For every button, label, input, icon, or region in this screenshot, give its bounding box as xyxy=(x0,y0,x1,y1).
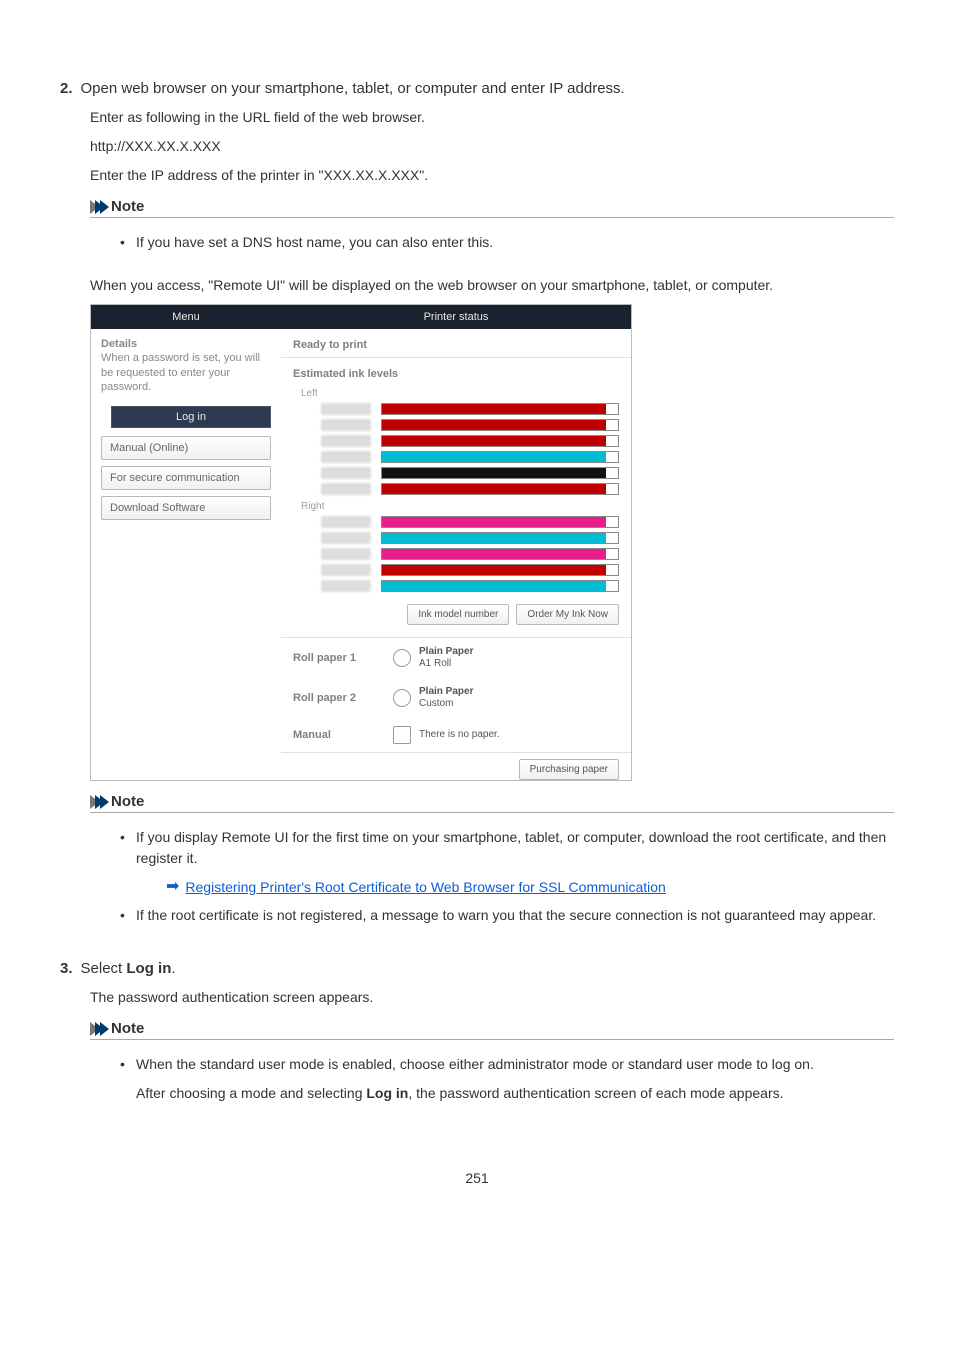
note2-bullet2: If the root certificate is not registere… xyxy=(120,905,894,926)
ss-ink-model-button[interactable]: Ink model number xyxy=(407,604,509,625)
ink-row xyxy=(281,465,631,481)
ink-row xyxy=(281,417,631,433)
ss-manual-online-button[interactable]: Manual (Online) xyxy=(101,436,271,460)
ss-details: Details When a password is set, you will… xyxy=(91,329,281,404)
ss-roll2-size: Custom xyxy=(419,698,453,709)
ink-row xyxy=(281,514,631,530)
note1-banner: Note xyxy=(90,194,894,218)
ink-row xyxy=(281,481,631,497)
ss-right-label: Right xyxy=(281,497,631,514)
ink-row xyxy=(281,578,631,594)
step2-p4: When you access, "Remote UI" will be dis… xyxy=(90,275,894,296)
step2-p1: Enter as following in the URL field of t… xyxy=(90,107,894,128)
note3-banner: Note xyxy=(90,1016,894,1040)
ss-status-header: Printer status xyxy=(281,305,631,329)
ss-roll1-row: Roll paper 1 Plain Paper A1 Roll xyxy=(281,638,631,678)
ss-ink-title: Estimated ink levels xyxy=(281,358,631,384)
note3-bullet: When the standard user mode is enabled, … xyxy=(120,1054,894,1104)
ink-row xyxy=(281,546,631,562)
ss-manual-row: Manual There is no paper. xyxy=(281,718,631,752)
ss-purchase-paper-button[interactable]: Purchasing paper xyxy=(519,759,619,780)
ss-order-ink-button[interactable]: Order My Ink Now xyxy=(516,604,619,625)
note1-label: Note xyxy=(111,198,144,215)
sheet-icon xyxy=(393,726,411,744)
ss-details-title: Details xyxy=(101,338,137,350)
register-root-cert-link[interactable]: Registering Printer's Root Certificate t… xyxy=(185,877,665,898)
step3-title: Select Log in. xyxy=(81,960,176,977)
chevron-icon xyxy=(90,200,105,214)
roll-icon xyxy=(393,689,411,707)
ss-details-text: When a password is set, you will be requ… xyxy=(101,352,260,393)
step3-p1: The password authentication screen appea… xyxy=(90,987,894,1008)
ss-roll1-label: Roll paper 1 xyxy=(293,652,393,664)
ss-roll1-size: A1 Roll xyxy=(419,658,451,669)
ink-row xyxy=(281,433,631,449)
ss-download-software-button[interactable]: Download Software xyxy=(101,496,271,520)
roll-icon xyxy=(393,649,411,667)
ss-menu-header: Menu xyxy=(91,305,281,329)
step2-url: http://XXX.XX.X.XXX xyxy=(90,136,894,157)
page-number: 251 xyxy=(60,1170,894,1186)
chevron-icon xyxy=(90,1022,105,1036)
ss-login-button[interactable]: Log in xyxy=(111,406,271,428)
step2-p3: Enter the IP address of the printer in "… xyxy=(90,165,894,186)
ss-manual-text: There is no paper. xyxy=(419,729,500,741)
remote-ui-screenshot: Menu Details When a password is set, you… xyxy=(90,304,632,781)
ink-row xyxy=(281,449,631,465)
ss-left-label: Left xyxy=(281,384,631,401)
step3-number: 3. xyxy=(60,960,73,977)
ink-row xyxy=(281,562,631,578)
note2-banner: Note xyxy=(90,789,894,813)
note1-bullet: If you have set a DNS host name, you can… xyxy=(120,232,894,253)
ink-row xyxy=(281,530,631,546)
step2-number: 2. xyxy=(60,80,73,97)
ss-roll2-row: Roll paper 2 Plain Paper Custom xyxy=(281,678,631,718)
arrow-right-icon: ➡ xyxy=(166,875,179,899)
ss-roll2-label: Roll paper 2 xyxy=(293,692,393,704)
step2-title: Open web browser on your smartphone, tab… xyxy=(81,80,625,97)
chevron-icon xyxy=(90,795,105,809)
note2-bullet1: If you display Remote UI for the first t… xyxy=(120,827,894,899)
note2-label: Note xyxy=(111,793,144,810)
note3-label: Note xyxy=(111,1020,144,1037)
ss-ready-text: Ready to print xyxy=(281,329,631,358)
ss-roll2-type: Plain Paper xyxy=(419,686,473,697)
ss-roll1-type: Plain Paper xyxy=(419,646,473,657)
ink-row xyxy=(281,401,631,417)
ss-secure-comm-button[interactable]: For secure communication xyxy=(101,466,271,490)
ss-manual-label: Manual xyxy=(293,729,393,741)
